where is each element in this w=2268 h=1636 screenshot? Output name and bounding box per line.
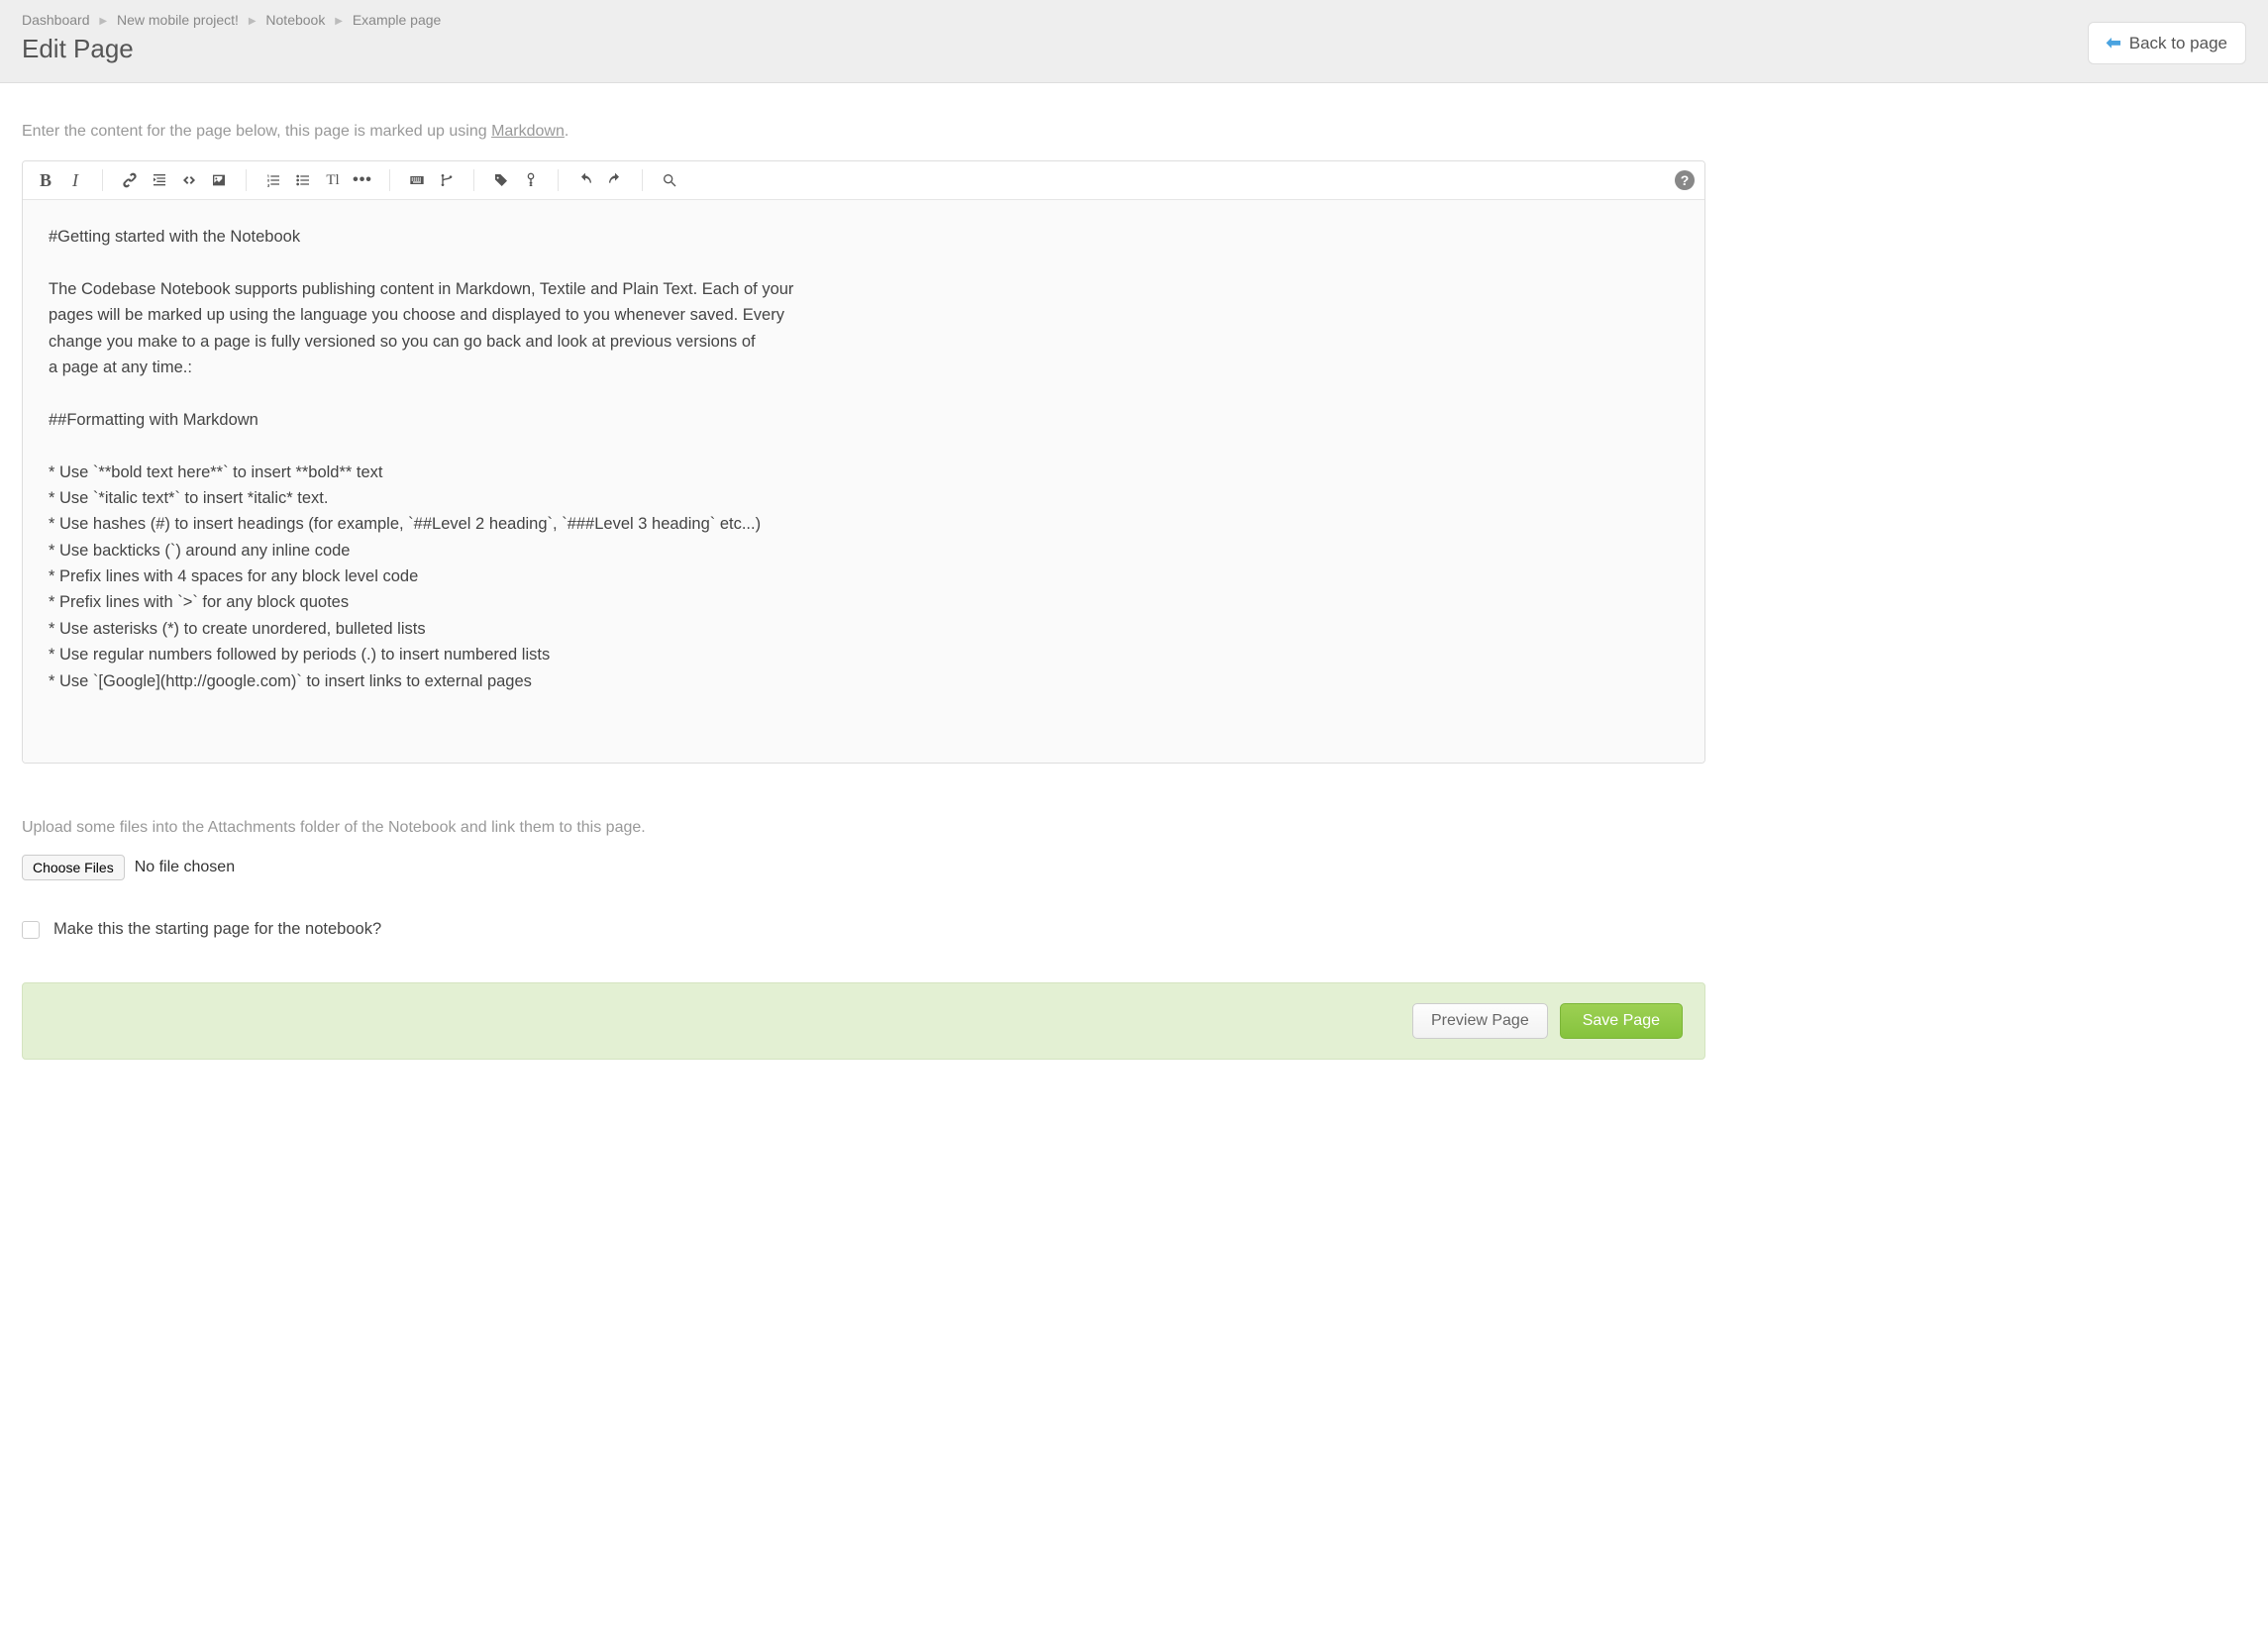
chevron-right-icon: ▶	[249, 16, 257, 27]
more-button[interactable]: •••	[350, 167, 375, 193]
branch-button[interactable]	[434, 167, 460, 193]
markdown-link[interactable]: Markdown	[491, 123, 565, 140]
starting-page-checkbox[interactable]	[22, 921, 40, 939]
helper-suffix: .	[565, 123, 568, 140]
chevron-right-icon: ▶	[99, 16, 107, 27]
helper-prefix: Enter the content for the page below, th…	[22, 123, 491, 140]
toolbar-separator	[473, 169, 474, 191]
breadcrumb-item-page[interactable]: Example page	[353, 12, 442, 28]
code-button[interactable]	[176, 167, 202, 193]
indent-icon	[152, 172, 167, 188]
link-button[interactable]	[117, 167, 143, 193]
heading-button[interactable]: Tl	[320, 167, 346, 193]
editor-panel: B I Tl •••	[22, 160, 1705, 764]
keyboard-button[interactable]	[404, 167, 430, 193]
toolbar-separator	[642, 169, 643, 191]
save-page-button[interactable]: Save Page	[1560, 1003, 1683, 1039]
toolbar-separator	[558, 169, 559, 191]
starting-page-label: Make this the starting page for the note…	[53, 920, 381, 939]
image-button[interactable]	[206, 167, 232, 193]
unordered-list-button[interactable]	[290, 167, 316, 193]
search-icon	[662, 172, 677, 188]
undo-icon	[577, 172, 593, 188]
preview-page-button[interactable]: Preview Page	[1412, 1003, 1548, 1039]
tag-icon	[493, 172, 509, 188]
indent-button[interactable]	[147, 167, 172, 193]
toolbar-separator	[246, 169, 247, 191]
toolbar-separator	[389, 169, 390, 191]
code-icon	[181, 172, 197, 188]
editor-toolbar: B I Tl •••	[23, 161, 1704, 200]
image-icon	[211, 172, 227, 188]
toolbar-separator	[102, 169, 103, 191]
breadcrumb-item-dashboard[interactable]: Dashboard	[22, 12, 90, 28]
file-chosen-status: No file chosen	[135, 859, 235, 876]
unordered-list-icon	[295, 172, 311, 188]
italic-button[interactable]: I	[62, 167, 88, 193]
ordered-list-icon	[265, 172, 281, 188]
ordered-list-button[interactable]	[260, 167, 286, 193]
helper-text: Enter the content for the page below, th…	[22, 123, 1705, 141]
keyboard-icon	[409, 172, 425, 188]
redo-button[interactable]	[602, 167, 628, 193]
footer-bar: Preview Page Save Page	[22, 982, 1705, 1060]
breadcrumb-item-project[interactable]: New mobile project!	[117, 12, 239, 28]
editor-textarea[interactable]: #Getting started with the Notebook The C…	[23, 200, 1704, 763]
branch-icon	[439, 172, 455, 188]
tag-button[interactable]	[488, 167, 514, 193]
key-icon	[523, 172, 539, 188]
page-title: Edit Page	[22, 34, 2246, 64]
upload-help-text: Upload some files into the Attachments f…	[22, 819, 1705, 837]
breadcrumb: Dashboard ▶ New mobile project! ▶ Notebo…	[22, 12, 2246, 28]
back-button-label: Back to page	[2129, 34, 2227, 53]
chevron-right-icon: ▶	[335, 16, 343, 27]
bold-button[interactable]: B	[33, 167, 58, 193]
key-button[interactable]	[518, 167, 544, 193]
choose-files-button[interactable]: Choose Files	[22, 855, 125, 880]
breadcrumb-item-notebook[interactable]: Notebook	[265, 12, 325, 28]
undo-button[interactable]	[572, 167, 598, 193]
back-to-page-button[interactable]: ⬅ Back to page	[2088, 22, 2246, 64]
arrow-left-icon: ⬅	[2107, 33, 2121, 53]
redo-icon	[607, 172, 623, 188]
help-button[interactable]: ?	[1675, 170, 1695, 190]
help-icon: ?	[1681, 172, 1690, 188]
search-button[interactable]	[657, 167, 682, 193]
link-icon	[122, 172, 138, 188]
